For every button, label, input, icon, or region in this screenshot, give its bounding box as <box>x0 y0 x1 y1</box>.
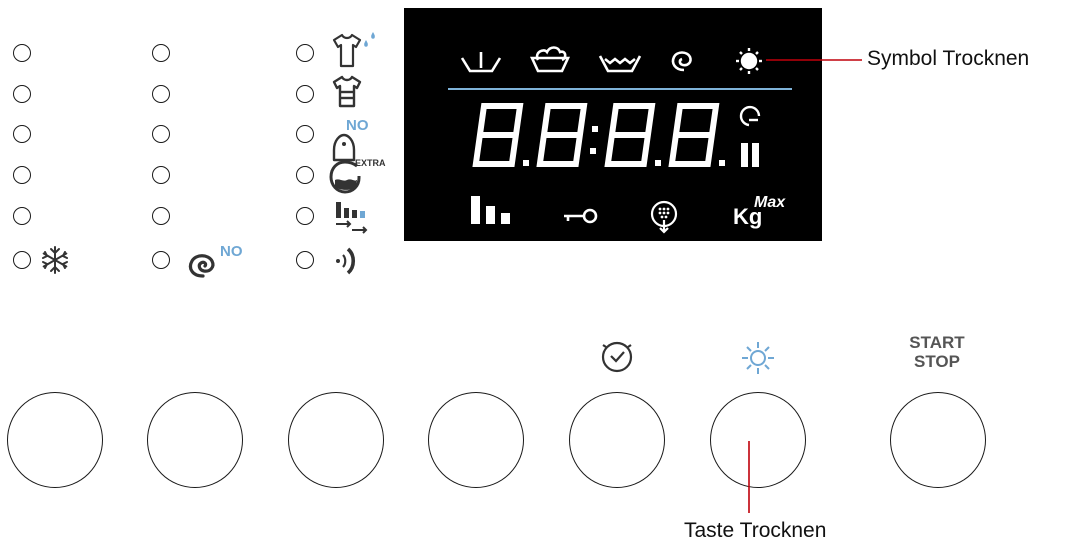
indicator-led <box>296 85 314 103</box>
clock-icon <box>601 341 633 373</box>
load-detect-icon <box>336 202 368 234</box>
start-stop-button[interactable] <box>890 392 986 488</box>
indicator-led <box>152 166 170 184</box>
program-button-1[interactable] <box>7 392 103 488</box>
label-symbol-trocknen: Symbol Trocknen <box>867 47 1030 70</box>
indicator-led <box>152 85 170 103</box>
shirt-easycare-icon <box>332 75 362 108</box>
no-spin-icon <box>188 254 215 278</box>
remote-start-icon <box>336 247 356 275</box>
wash-icon <box>529 46 571 73</box>
program-button-4[interactable] <box>428 392 524 488</box>
drain-icon <box>650 200 678 234</box>
indicator-led <box>296 44 314 62</box>
prewash-icon <box>460 52 502 73</box>
indicator-led <box>13 251 31 269</box>
start-label: START <box>909 333 965 352</box>
indicator-led <box>13 125 31 143</box>
indicator-led <box>296 125 314 143</box>
spin-icon <box>671 51 692 72</box>
indicator-led <box>152 251 170 269</box>
program-button-2[interactable] <box>147 392 243 488</box>
indicator-led <box>152 44 170 62</box>
extra-rinse-badge: EXTRA <box>355 158 386 168</box>
program-button-3[interactable] <box>288 392 384 488</box>
sun-icon <box>742 342 774 374</box>
timer-button[interactable] <box>569 392 665 488</box>
shirt-steam-icon <box>332 32 375 68</box>
end-time-icon <box>739 105 761 127</box>
indicator-led <box>296 251 314 269</box>
seven-segment-digits <box>472 103 725 167</box>
indicator-led <box>13 44 31 62</box>
indicator-led <box>13 207 31 225</box>
no-iron-badge: NO <box>346 117 369 134</box>
callout-line-symbol <box>766 59 862 61</box>
rinse-icon <box>598 55 642 73</box>
indicator-led <box>13 166 31 184</box>
indicator-led <box>152 207 170 225</box>
indicator-led <box>13 85 31 103</box>
no-iron-icon <box>332 133 356 162</box>
child-lock-icon <box>564 208 598 224</box>
start-stop-text: START STOP <box>906 333 968 371</box>
indicator-led <box>152 125 170 143</box>
label-taste-trocknen: Taste Trocknen <box>684 519 827 542</box>
kg-label: Kg <box>733 204 763 229</box>
indicator-led <box>296 207 314 225</box>
load-bars-icon <box>471 196 510 224</box>
indicator-led <box>296 166 314 184</box>
stop-label: STOP <box>914 352 960 371</box>
pause-icon <box>741 143 759 167</box>
callout-line-button <box>748 441 750 513</box>
snowflake-icon <box>42 246 68 274</box>
no-spin-badge: NO <box>220 243 243 260</box>
